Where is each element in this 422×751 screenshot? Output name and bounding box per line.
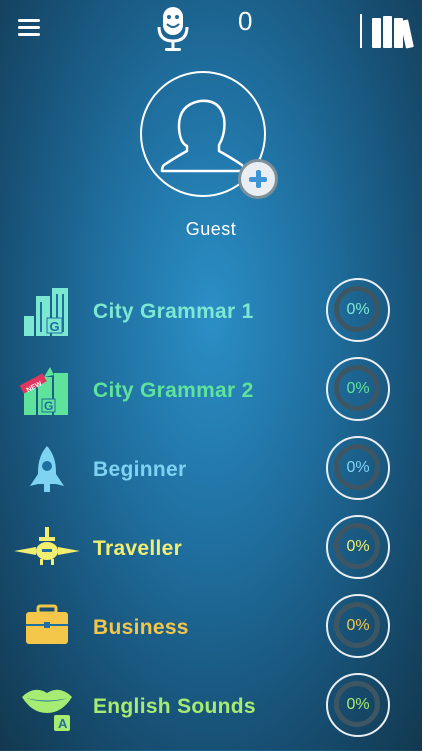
course-row-business[interactable]: Business 0% (0, 594, 422, 672)
progress-percent: 0% (346, 696, 370, 713)
score-counter: 0 (238, 6, 253, 36)
course-row-english-sounds[interactable]: A English Sounds 0% (0, 673, 422, 751)
microphone-character-icon[interactable] (156, 5, 190, 53)
svg-text:G: G (44, 399, 53, 413)
mouth-letter-icon: A (22, 689, 72, 731)
city-grammar-new-icon: G NEW (19, 367, 68, 415)
airplane-icon (14, 527, 80, 565)
course-label: City Grammar 1 (93, 300, 254, 323)
letter-badge: A (58, 716, 68, 731)
course-label: Business (93, 616, 189, 639)
progress-ring: 0% (326, 673, 390, 737)
books-library-icon[interactable] (360, 12, 414, 50)
hamburger-menu-icon[interactable] (18, 19, 40, 37)
progress-ring: 0% (326, 515, 390, 579)
course-row-traveller[interactable]: Traveller 0% (0, 515, 422, 593)
top-bar: 0 (0, 0, 422, 60)
rocket-icon (30, 446, 64, 492)
course-row-beginner[interactable]: Beginner 0% (0, 436, 422, 514)
progress-ring: 0% (326, 357, 390, 421)
briefcase-icon (26, 604, 68, 644)
course-label: English Sounds (93, 695, 256, 718)
progress-percent: 0% (346, 301, 370, 318)
progress-ring: 0% (326, 278, 390, 342)
add-profile-button[interactable] (238, 159, 278, 199)
profile-avatar[interactable] (140, 71, 278, 199)
city-grammar-icon: G (24, 288, 68, 336)
svg-text:G: G (50, 319, 60, 334)
progress-ring: 0% (326, 436, 390, 500)
progress-percent: 0% (346, 538, 370, 555)
progress-percent: 0% (346, 380, 370, 397)
course-label: City Grammar 2 (93, 379, 254, 402)
course-label: Traveller (93, 537, 183, 560)
course-row-city-grammar-1[interactable]: G City Grammar 1 0% (0, 278, 422, 356)
course-label: Beginner (93, 458, 187, 481)
course-row-city-grammar-2[interactable]: G NEW City Grammar 2 0% (0, 357, 422, 435)
progress-percent: 0% (346, 459, 370, 476)
profile-name: Guest (185, 219, 237, 239)
progress-percent: 0% (346, 617, 370, 634)
progress-ring: 0% (326, 594, 390, 658)
